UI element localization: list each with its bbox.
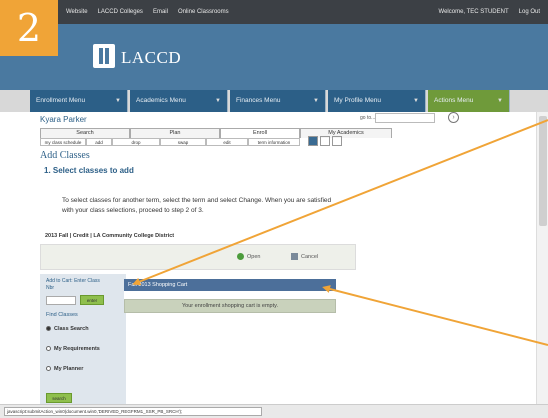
laccd-logo-icon bbox=[93, 44, 115, 68]
option-my-planner[interactable]: My Planner bbox=[46, 366, 83, 372]
instructions-text: To select classes for another term, sele… bbox=[62, 197, 332, 214]
add-to-cart-panel: Add to Cart: Enter Class Nbr enter Find … bbox=[40, 274, 126, 412]
nav-label: Actions Menu bbox=[434, 97, 474, 104]
chevron-down-icon: ▼ bbox=[497, 98, 503, 104]
tab-search[interactable]: Search bbox=[40, 128, 130, 138]
nav-actions-menu[interactable]: Actions Menu ▼ bbox=[428, 90, 510, 112]
step-1-icon bbox=[308, 136, 318, 146]
radio-icon bbox=[46, 346, 51, 352]
nav-label: Finances Menu bbox=[236, 97, 281, 104]
website-link[interactable]: Website bbox=[66, 9, 88, 15]
brand-header: LACCD bbox=[0, 24, 548, 90]
main-content: Kyara Parker go to... › Search Plan Enro… bbox=[30, 112, 530, 412]
option-class-search[interactable]: Class Search bbox=[46, 326, 89, 332]
logout-link[interactable]: Log Out bbox=[519, 9, 540, 15]
subtab-my-class-schedule[interactable]: my class schedule bbox=[40, 138, 86, 146]
class-number-input[interactable] bbox=[46, 296, 76, 305]
chevron-down-icon: ▼ bbox=[115, 98, 121, 104]
open-button[interactable]: Open bbox=[237, 253, 260, 260]
radio-selected-icon bbox=[46, 326, 51, 332]
go-arrow-icon[interactable]: › bbox=[448, 112, 459, 123]
step-number-badge: 2 bbox=[0, 0, 58, 56]
nav-label: My Profile Menu bbox=[334, 97, 381, 104]
top-bar: Website LACCD Colleges Email Online Clas… bbox=[58, 0, 548, 24]
option-label: My Planner bbox=[54, 366, 84, 372]
chevron-down-icon: ▼ bbox=[215, 98, 221, 104]
status-url: javascript:submitAction_win0(document.wi… bbox=[4, 407, 262, 416]
subtab-swap[interactable]: swap bbox=[160, 138, 206, 146]
nav-enrollment-menu[interactable]: Enrollment Menu ▼ bbox=[30, 90, 128, 112]
scrollbar-thumb[interactable] bbox=[539, 116, 547, 226]
tab-plan[interactable]: Plan bbox=[130, 128, 220, 138]
nav-label: Academics Menu bbox=[136, 97, 186, 104]
subtab-drop[interactable]: drop bbox=[112, 138, 160, 146]
goto-label: go to... bbox=[360, 115, 376, 121]
subtab-edit[interactable]: edit bbox=[206, 138, 248, 146]
chevron-down-icon: ▼ bbox=[313, 98, 319, 104]
enroll-subtabs: my class schedule add drop swap edit ter… bbox=[40, 138, 300, 146]
welcome-text: Welcome, TEC STUDENT bbox=[438, 9, 509, 15]
step-progress bbox=[308, 136, 342, 146]
step-3-icon bbox=[332, 136, 342, 146]
search-button[interactable]: search bbox=[46, 393, 72, 403]
status-bar: javascript:submitAction_win0(document.wi… bbox=[0, 404, 548, 418]
step-heading: 1. Select classes to add bbox=[44, 166, 134, 175]
nav-academics-menu[interactable]: Academics Menu ▼ bbox=[130, 90, 228, 112]
option-label: My Requirements bbox=[54, 346, 100, 352]
email-link[interactable]: Email bbox=[153, 9, 168, 15]
shopping-cart: Fall 2013 Shopping Cart Your enrollment … bbox=[124, 279, 336, 323]
step-2-icon bbox=[320, 136, 330, 146]
option-my-requirements[interactable]: My Requirements bbox=[46, 346, 100, 352]
cancel-button[interactable]: Cancel bbox=[291, 253, 318, 260]
tab-enroll[interactable]: Enroll bbox=[220, 128, 300, 138]
add-to-cart-heading: Add to Cart: Enter Class Nbr bbox=[46, 278, 100, 291]
term-label: 2013 Fall | Credit | LA Community Colleg… bbox=[45, 233, 175, 239]
colleges-link[interactable]: LACCD Colleges bbox=[98, 9, 143, 15]
radio-icon bbox=[46, 366, 51, 372]
subtab-add[interactable]: add bbox=[86, 138, 112, 146]
option-label: Class Search bbox=[54, 326, 89, 332]
vertical-scrollbar[interactable] bbox=[536, 112, 548, 412]
main-nav: Enrollment Menu ▼ Academics Menu ▼ Finance… bbox=[0, 90, 548, 112]
cart-title: Fall 2013 Shopping Cart bbox=[124, 279, 336, 291]
brand-name: LACCD bbox=[121, 48, 182, 67]
online-classrooms-link[interactable]: Online Classrooms bbox=[178, 9, 229, 15]
nav-finances-menu[interactable]: Finances Menu ▼ bbox=[230, 90, 326, 112]
user-area: Welcome, TEC STUDENT Log Out bbox=[439, 9, 540, 15]
page-title: Add Classes bbox=[40, 150, 90, 161]
cart-spacer bbox=[124, 291, 336, 299]
student-name: Kyara Parker bbox=[40, 115, 87, 124]
nav-label: Enrollment Menu bbox=[36, 97, 86, 104]
chevron-down-icon: ▼ bbox=[413, 98, 419, 104]
nav-profile-menu[interactable]: My Profile Menu ▼ bbox=[328, 90, 426, 112]
enter-button[interactable]: enter bbox=[80, 295, 104, 305]
find-classes-label: Find Classes bbox=[46, 312, 78, 318]
top-links: Website LACCD Colleges Email Online Clas… bbox=[66, 9, 229, 15]
cart-empty-message: Your enrollment shopping cart is empty. bbox=[124, 299, 336, 313]
action-bar: Open Cancel bbox=[40, 244, 356, 270]
subtab-term-information[interactable]: term information bbox=[248, 138, 300, 146]
goto-select[interactable] bbox=[375, 113, 435, 123]
